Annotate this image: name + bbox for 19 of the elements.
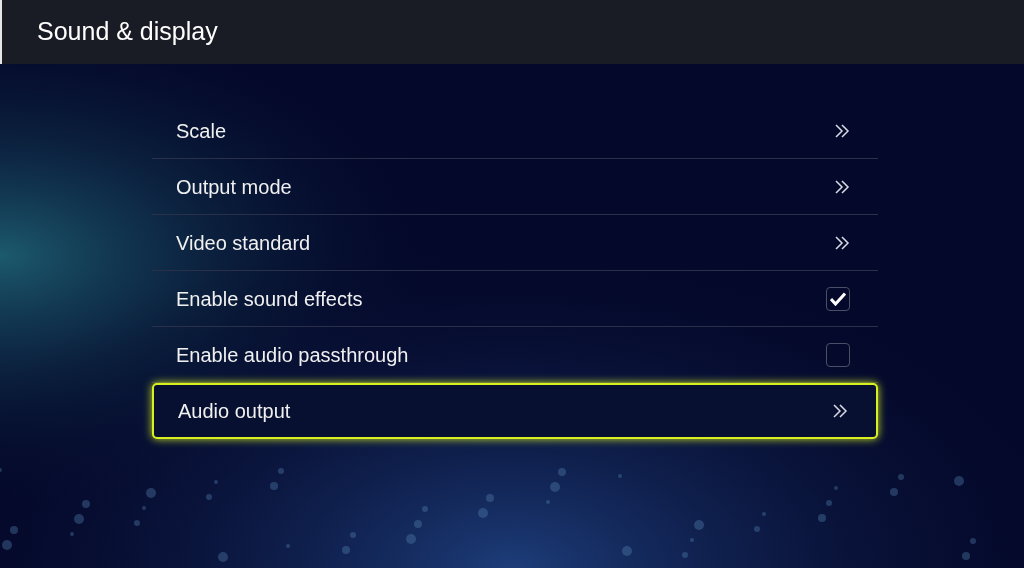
row-label: Video standard	[176, 230, 311, 256]
double-chevron-icon	[834, 235, 850, 250]
checkbox[interactable]	[826, 286, 850, 311]
settings-row[interactable]: Video standard	[152, 215, 878, 271]
double-chevron-icon	[834, 123, 850, 138]
row-label: Enable sound effects	[176, 286, 363, 312]
settings-row[interactable]: Audio output	[152, 383, 878, 439]
row-label: Audio output	[178, 399, 291, 424]
check-icon	[830, 291, 846, 306]
settings-row[interactable]: Scale	[152, 103, 878, 159]
settings-row[interactable]: Output mode	[152, 159, 878, 215]
checkbox[interactable]	[826, 342, 850, 367]
row-label: Output mode	[176, 174, 292, 200]
row-label: Enable audio passthrough	[176, 342, 409, 368]
double-chevron-icon	[832, 404, 848, 418]
page-title: Sound & display	[37, 16, 218, 48]
settings-row[interactable]: Enable sound effects	[152, 271, 878, 327]
double-chevron-icon	[834, 179, 850, 194]
row-label: Scale	[176, 118, 227, 144]
